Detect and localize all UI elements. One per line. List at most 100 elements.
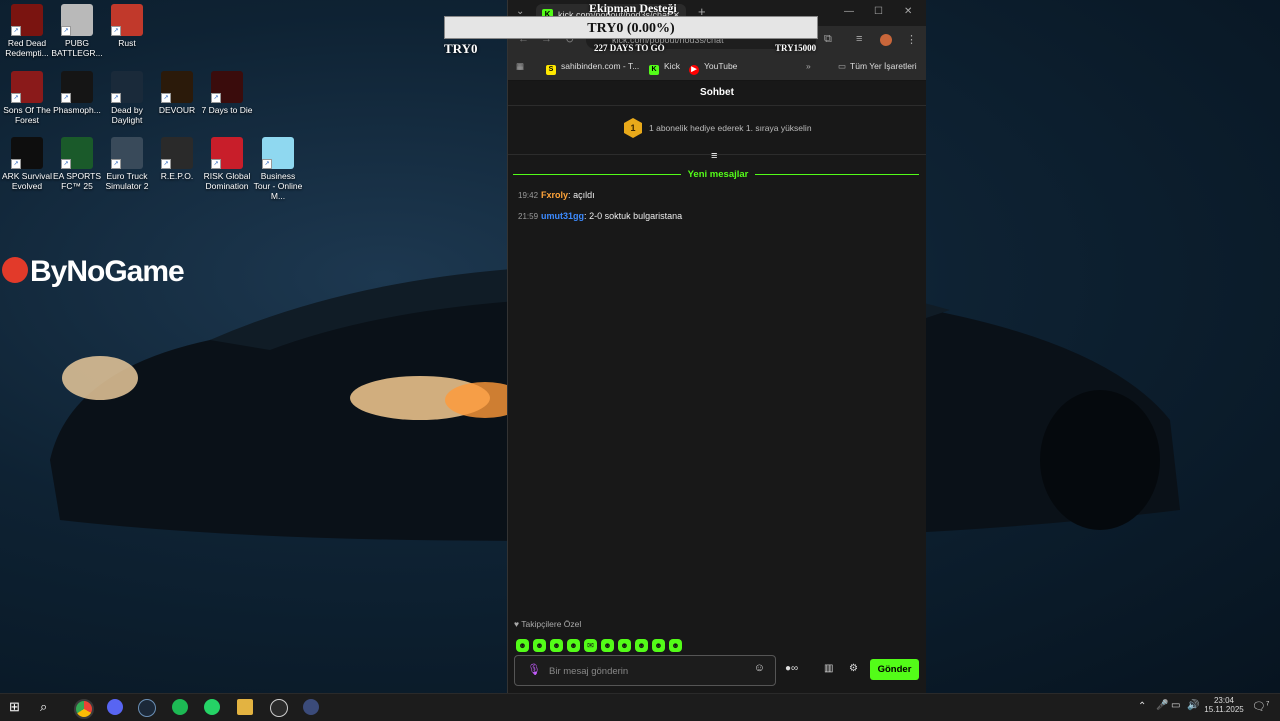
desktop-icon-label: Dead by Daylight	[111, 105, 143, 125]
all-bookmarks-label: Tüm Yer İşaretleri	[850, 61, 917, 71]
message-text: 2-0 soktuk bulgaristana	[589, 211, 683, 221]
bookmark-sahibinden[interactable]: Ssahibinden.com - T...	[546, 61, 639, 75]
app-icon: ↗	[262, 137, 294, 169]
app-icon: ↗	[11, 137, 43, 169]
emote-icon[interactable]: ☻	[516, 639, 529, 652]
app-icon: ↗	[61, 71, 93, 103]
message-username[interactable]: umut31gg	[541, 211, 584, 221]
desktop-icon[interactable]: ↗ Phasmoph...	[51, 71, 103, 115]
media-icon[interactable]: ≡	[856, 33, 862, 45]
emote-icon[interactable]: ☻	[618, 639, 631, 652]
chrome-icon[interactable]	[74, 699, 94, 719]
notification-count: 7	[1265, 701, 1270, 708]
bookmark-youtube[interactable]: ▶ YouTube	[689, 61, 737, 75]
settings-gear-icon[interactable]: ⚙	[849, 663, 858, 674]
windows-start-icon[interactable]: ⊞	[9, 699, 25, 715]
shortcut-arrow-icon: ↗	[11, 26, 21, 36]
gift-promo-banner[interactable]: 1 1 abonelik hediye ederek 1. sıraya yük…	[508, 106, 926, 155]
desktop-icon[interactable]: ↗ Sons Of The Forest	[1, 71, 53, 125]
bookmark-label: Kick	[664, 61, 681, 71]
shortcut-arrow-icon: ↗	[161, 159, 171, 169]
clock[interactable]: 23:04 15.11.2025	[1202, 696, 1246, 714]
desktop-icon[interactable]: ↗ R.E.P.O.	[151, 137, 203, 181]
sahibinden-favicon-icon: S	[546, 65, 556, 75]
bynogame-brand-text: ByNoGame	[30, 255, 185, 288]
desktop-icon[interactable]: ↗ 7 Days to Die	[201, 71, 253, 115]
emote-icon[interactable]: ☻	[533, 639, 546, 652]
emote-icon[interactable]: ☻	[652, 639, 665, 652]
desktop-icon[interactable]: ↗ Dead by Daylight	[101, 71, 153, 125]
microphone-icon[interactable]: 🎙	[527, 663, 541, 676]
shortcut-arrow-icon: ↗	[11, 93, 21, 103]
channel-points-icon[interactable]: ●∞	[785, 663, 798, 674]
desktop-icon[interactable]: ↗ Red Dead Redempti...	[1, 4, 53, 58]
emoji-icon[interactable]: ☺	[754, 662, 765, 674]
message-text: açıldı	[573, 190, 595, 200]
search-icon[interactable]: ⌕	[40, 699, 56, 715]
emote-icon[interactable]: ☻	[635, 639, 648, 652]
bynogame-logo: ByNoGame	[2, 255, 185, 289]
menu-kebab-icon[interactable]: ⋮	[906, 33, 917, 46]
desktop-icon-label: ARK Survival Evolved	[1, 171, 53, 191]
steam-icon[interactable]	[138, 699, 156, 717]
obs-icon[interactable]	[270, 699, 288, 717]
bookmark-label: YouTube	[704, 61, 738, 71]
emote-icon[interactable]: ☻	[550, 639, 563, 652]
browser-window: ⌄ K kick.com/popout/hod3s/chat ✕ + — ☐ ✕…	[507, 0, 926, 693]
chat-message[interactable]: 21:59 umut31gg: 2-0 soktuk bulgaristana	[518, 211, 682, 221]
divider-line-right	[755, 174, 919, 175]
volume-icon[interactable]: 🔊	[1187, 700, 1199, 711]
shortcut-arrow-icon: ↗	[61, 26, 71, 36]
desktop-icon[interactable]: ↗ RISK Global Domination	[201, 137, 253, 191]
emote-icon[interactable]: ☻	[567, 639, 580, 652]
app-icon: ↗	[211, 137, 243, 169]
bookmarks-bar: ▦ Ssahibinden.com - T... K Kick ▶ YouTube …	[508, 54, 926, 81]
desktop-icon-label: Business Tour - Online M...	[253, 171, 303, 201]
app-icon: ↗	[61, 137, 93, 169]
all-bookmarks[interactable]: ▭ Tüm Yer İşaretleri	[838, 61, 917, 72]
notifications-icon[interactable]: 🗨7	[1252, 700, 1269, 713]
chat-message[interactable]: 19:42 Fxroly: açıldı	[518, 190, 595, 200]
desktop-icon-label: R.E.P.O.	[160, 171, 194, 181]
bookmark-kick[interactable]: K Kick	[649, 61, 680, 75]
spotify-icon[interactable]	[172, 699, 188, 715]
extensions-icon[interactable]: ⧉	[824, 33, 832, 46]
desktop-icon[interactable]: ↗ DEVOUR	[151, 71, 203, 115]
close-window-icon[interactable]: ✕	[904, 6, 912, 17]
desktop-icon-label: PUBG BATTLEGR...	[51, 38, 103, 58]
message-username[interactable]: Fxroly	[541, 190, 568, 200]
desktop-icon[interactable]: ↗ Euro Truck Simulator 2	[101, 137, 153, 191]
profile-avatar[interactable]	[880, 34, 892, 46]
bookmark-label: sahibinden.com - T...	[561, 61, 640, 71]
apps-grid-icon[interactable]: ▦	[516, 61, 524, 72]
whatsapp-icon[interactable]	[204, 699, 220, 715]
emote-icon[interactable]: ✉	[584, 639, 597, 652]
more-bookmarks-icon[interactable]: »	[806, 61, 811, 71]
desktop-icon[interactable]: ↗ Business Tour - Online M...	[252, 137, 304, 201]
desktop-icon[interactable]: ↗ EA SPORTS FC™ 25	[51, 137, 103, 191]
store-icon[interactable]: ▥	[824, 663, 833, 674]
emote-icon[interactable]: ☻	[601, 639, 614, 652]
followers-only-label: ♥ Takipçilere Özel	[514, 619, 581, 629]
followers-only-text: Takipçilere Özel	[521, 619, 582, 629]
file-explorer-icon[interactable]	[237, 699, 253, 715]
send-button[interactable]: Gönder	[870, 659, 919, 680]
message-input[interactable]	[547, 662, 741, 680]
minimize-icon[interactable]: —	[844, 6, 854, 17]
bynogame-mark-icon	[2, 257, 28, 284]
discord-icon[interactable]	[107, 699, 123, 715]
filter-icon[interactable]: ≡	[711, 150, 717, 162]
app-icon[interactable]	[303, 699, 319, 715]
desktop-icon-label: EA SPORTS FC™ 25	[52, 171, 102, 191]
network-icon[interactable]: ▭	[1171, 700, 1180, 711]
desktop-icon[interactable]: ↗ PUBG BATTLEGR...	[51, 4, 103, 58]
mic-tray-icon[interactable]: 🎤	[1156, 700, 1168, 711]
desktop-icon-label: DEVOUR	[158, 105, 196, 115]
desktop-icon[interactable]: ↗ ARK Survival Evolved	[1, 137, 53, 191]
emote-icon[interactable]: ☻	[669, 639, 682, 652]
shortcut-arrow-icon: ↗	[211, 93, 221, 103]
message-time: 21:59	[518, 212, 539, 221]
tray-chevron-icon[interactable]: ⌃	[1138, 701, 1146, 712]
desktop-icon[interactable]: ↗ Rust	[101, 4, 153, 48]
maximize-icon[interactable]: ☐	[874, 6, 883, 17]
